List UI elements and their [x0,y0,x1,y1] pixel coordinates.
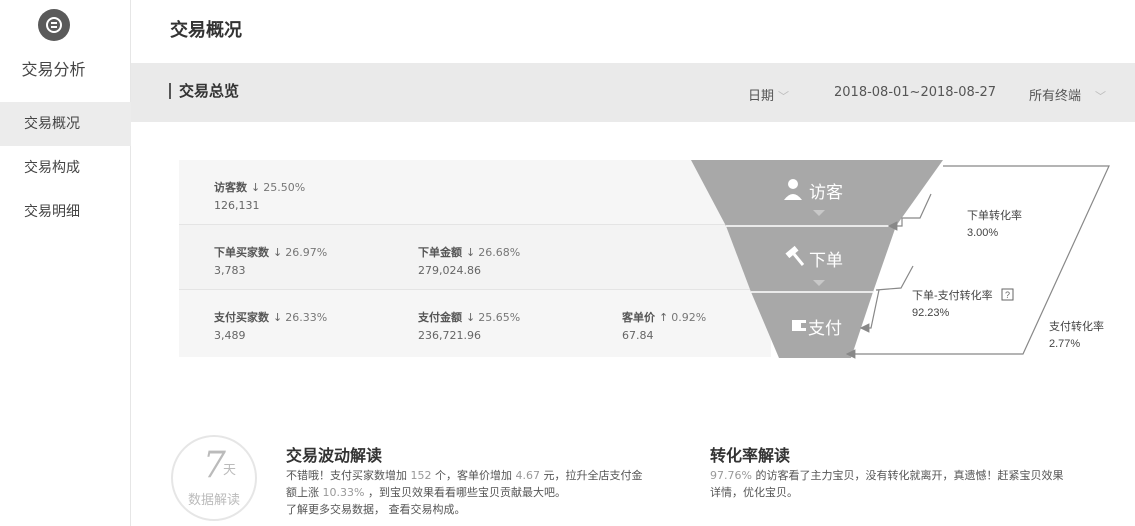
date-filter-label: 日期 [748,89,775,104]
app-title: 交易分析 [21,60,86,79]
section-title: 交易总览 [169,83,239,99]
funnel-label-pay: 支付 [808,319,842,338]
page-header: 交易概况 [131,0,1135,63]
funnel-label-order: 下单 [809,251,843,270]
help-icon[interactable]: ? [1001,288,1014,301]
fluctuation-text: 不错哦！支付买家数增加 152 个，客单价增加 4.67 元，拉升全店支付金 额… [286,469,643,516]
chevron-down-icon: ﹀ [1095,90,1107,103]
badge-unit: 天 [223,463,237,478]
fluctuation-title: 交易波动解读 [286,446,383,465]
rate2-label: 下单-支付转化率 [912,288,993,302]
terminal-filter-dropdown[interactable]: 所有终端 ﹀ [1029,85,1106,104]
sidebar-item-details[interactable]: 交易明细 [0,190,131,234]
rate3-value: 2.77% [1049,338,1080,350]
funnel-label-visit: 访客 [809,183,843,202]
section-bar: 交易总览 日期 ﹀ 2018-08-01~2018-08-27 所有终端 ﹀ [131,63,1135,122]
badge-text: 数据解读 [187,493,240,508]
rate3-label: 支付转化率 [1049,319,1104,333]
svg-text:?: ? [1005,290,1010,300]
rate1-label: 下单转化率 [967,208,1022,222]
fluctuation-link[interactable]: 了解更多交易数据， 查看交易构成。 [286,503,466,516]
conversion-funnel: 访客 下单 支付 下单转化率 3.00% 下单-支付转化率 ? 92.23% 支… [691,160,1110,359]
conversion-title: 转化率解读 [710,446,791,465]
app-logo-icon [38,9,70,41]
terminal-filter-label: 所有终端 [1029,89,1082,104]
overview-panel: 访客数 ↓ 25.50% 126,131 下单买家数 ↓ 26.97% 3,783 下单… [131,122,1135,526]
date-filter-dropdown[interactable]: 日期 ﹀ [748,85,789,104]
chevron-down-icon: ﹀ [778,90,790,103]
rate1-value: 3.00% [967,227,998,239]
seven-day-badge: 7 天 数据解读 [171,435,257,521]
page-title: 交易概况 [170,20,242,41]
sidebar: 交易分析 交易概况 交易构成 交易明细 [0,0,131,526]
wallet-icon [792,320,806,331]
conversion-text: 97.76% 的访客看了主力宝贝，没有转化就离开，真遗憾！赶紧宝贝效果 详情，优… [710,469,1064,499]
rate2-value: 92.23% [912,307,950,319]
sidebar-item-overview[interactable]: 交易概况 [0,102,131,146]
date-range-picker[interactable]: 2018-08-01~2018-08-27 [834,85,996,100]
sidebar-item-composition[interactable]: 交易构成 [0,146,131,190]
